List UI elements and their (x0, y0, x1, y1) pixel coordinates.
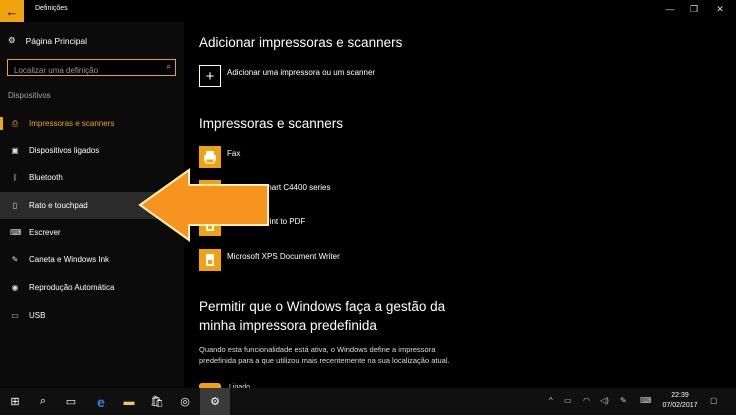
sidebar-item-label: USB (29, 311, 46, 320)
sidebar-item-autoplay[interactable]: ◉ Reprodução Automática (0, 274, 184, 301)
gear-icon: ⚙ (8, 35, 16, 45)
close-icon[interactable]: ✕ (710, 4, 730, 15)
sidebar-item-mouse-touchpad[interactable]: ▯ Rato e touchpad (0, 192, 184, 219)
add-printer-button[interactable]: + (199, 65, 221, 87)
printer-item-pdf[interactable]: Microsoft Print to PDF (199, 214, 549, 242)
music-disc-icon: ◎ (180, 396, 190, 408)
sidebar-item-label: Escrever (29, 228, 61, 237)
search-input[interactable] (8, 63, 170, 78)
sidebar-item-usb[interactable]: ▭ USB (0, 302, 184, 329)
groove-button[interactable]: ◎ (170, 388, 200, 415)
back-button[interactable]: ← (0, 0, 24, 22)
printer-item-fax[interactable]: Fax (199, 146, 549, 174)
default-printer-heading-line1: Permitir que o Windows faça a gestão da (199, 299, 446, 314)
window-title: Definições (35, 5, 68, 12)
sidebar-item-label: Bluetooth (29, 173, 63, 182)
sidebar-item-label: Caneta e Windows Ink (29, 255, 110, 264)
printer-icon: ⎙ (11, 118, 19, 128)
store-icon: 🛍 (150, 396, 164, 408)
printer-item-xps[interactable]: Microsoft XPS Document Writer (199, 249, 549, 277)
back-arrow-icon: ← (5, 3, 19, 19)
sidebar-item-bluetooth[interactable]: ᛒ Bluetooth (0, 164, 184, 191)
printer-name: Microsoft XPS Document Writer (227, 252, 340, 261)
sidebar-item-typing[interactable]: ⌨ Escrever (0, 219, 184, 246)
edge-button[interactable]: e (86, 388, 116, 415)
add-printer-label[interactable]: Adicionar uma impressora ou um scanner (227, 68, 375, 77)
sidebar-item-label: Dispositivos ligados (29, 146, 100, 155)
autoplay-icon: ◉ (11, 283, 19, 292)
sidebar-item-label: Reprodução Automática (29, 283, 115, 292)
search-icon: ⌕ (39, 395, 47, 407)
plus-icon: + (205, 67, 215, 85)
search-taskbar-button[interactable]: ⌕ (28, 388, 58, 415)
home-link[interactable]: ⚙ Página Principal (8, 35, 87, 46)
gear-icon: ⚙ (210, 396, 220, 408)
sidebar-item-pen[interactable]: ✎ Caneta e Windows Ink (0, 246, 184, 273)
default-printer-heading-line2: minha impressora predefinida (199, 318, 377, 333)
chevron-up-icon[interactable]: ^ (549, 396, 553, 405)
sidebar-item-connected-devices[interactable]: ▣ Dispositivos ligados (0, 137, 184, 164)
maximize-icon[interactable]: ❐ (684, 4, 704, 15)
start-button[interactable]: ⊞ (0, 388, 30, 415)
task-view-button[interactable]: ▭ (56, 388, 86, 415)
clock-time: 22:39 (671, 392, 689, 399)
section-label: Dispositivos (8, 91, 51, 100)
title-bar: ← Definições — ❐ ✕ (0, 0, 736, 22)
taskbar-clock[interactable]: 22:39 07/02/2017 (658, 391, 702, 411)
mouse-icon: ▯ (12, 201, 18, 210)
document-printer-icon (199, 249, 221, 271)
battery-icon[interactable]: ▭ (564, 396, 572, 405)
fax-icon (199, 146, 221, 168)
notifications-icon[interactable]: ▢ (710, 396, 718, 405)
file-explorer-button[interactable]: ▬ (114, 388, 144, 415)
wifi-icon[interactable]: ◠ (583, 396, 590, 405)
usb-icon: ▭ (11, 311, 19, 320)
pen-workspace-icon[interactable]: ✎ (620, 396, 627, 405)
bluetooth-icon: ᛒ (12, 173, 18, 182)
search-icon[interactable]: ⌕ (167, 62, 171, 72)
default-printer-description: Quando esta funcionalidade está ativa, o… (199, 345, 450, 365)
printers-heading: Impressoras e scanners (199, 116, 344, 131)
edge-icon: e (97, 393, 105, 410)
sidebar-item-printers[interactable]: ⎙ Impressoras e scanners (0, 110, 184, 137)
task-view-icon: ▭ (65, 396, 77, 408)
printer-name: HP Photosmart C4400 series (227, 183, 331, 192)
sidebar-item-label: Rato e touchpad (29, 201, 88, 210)
home-label: Página Principal (25, 35, 88, 46)
keyboard-icon[interactable]: ⌨ (640, 396, 652, 405)
minimize-icon[interactable]: — (660, 4, 680, 14)
volume-icon[interactable]: ◁) (600, 396, 609, 405)
store-button[interactable]: 🛍 (142, 388, 172, 415)
printer-icon (199, 180, 221, 202)
printer-item-hp[interactable]: HP Photosmart C4400 series Offline (199, 180, 549, 208)
settings-taskbar-button[interactable]: ⚙ (200, 388, 230, 415)
keyboard-icon: ⌨ (10, 228, 22, 237)
taskbar: ⊞ ⌕ ▭ e ▬ 🛍 ◎ ⚙ ^ ▭ ◠ ◁) ✎ ⌨ ▢ (0, 388, 736, 415)
document-printer-icon (199, 214, 221, 236)
search-box[interactable]: ⌕ (7, 59, 176, 78)
windows-logo-icon: ⊞ (10, 396, 20, 408)
pen-icon: ✎ (11, 255, 19, 264)
printer-name: Fax (227, 149, 241, 158)
printer-status: Offline (227, 195, 250, 204)
devices-icon: ▣ (11, 146, 19, 155)
add-printers-heading: Adicionar impressoras e scanners (199, 35, 403, 50)
sidebar-item-label: Impressoras e scanners (29, 119, 115, 128)
clock-date: 07/02/2017 (662, 402, 698, 409)
folder-icon: ▬ (123, 395, 135, 408)
printer-name: Microsoft Print to PDF (227, 217, 306, 226)
